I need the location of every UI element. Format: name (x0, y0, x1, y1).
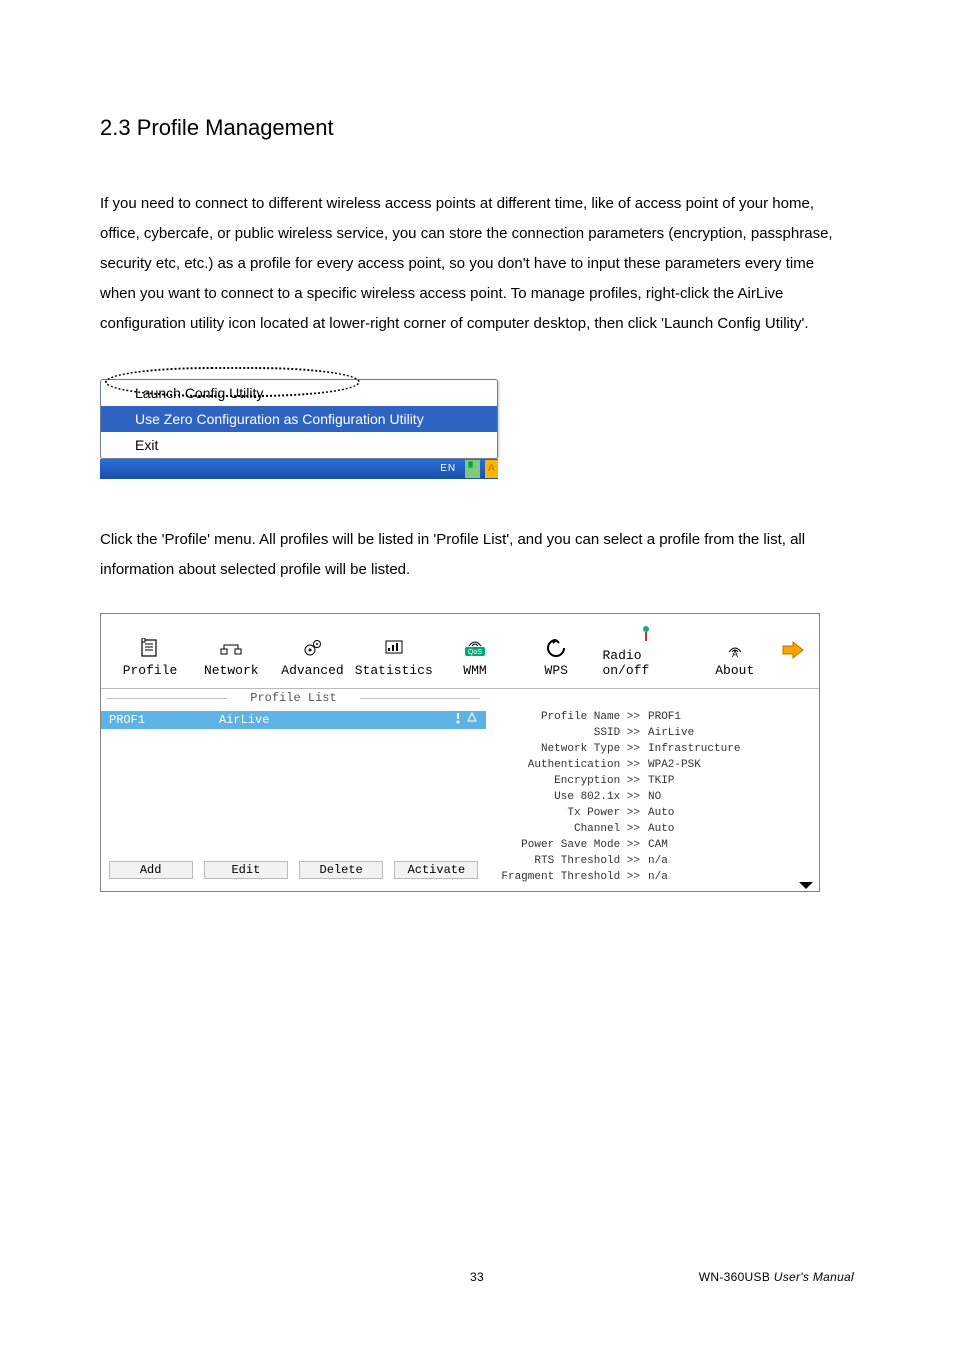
detail-8021x-value: NO (644, 789, 661, 805)
network-icon (219, 637, 243, 659)
paragraph-intro: If you need to connect to different wire… (100, 189, 854, 339)
highlight-ellipse (105, 367, 360, 397)
menu-item-exit[interactable]: Exit (101, 432, 497, 458)
detail-encryption-value: TKIP (644, 773, 674, 789)
tab-network-label: Network (204, 663, 259, 678)
add-button[interactable]: Add (109, 861, 193, 879)
gear-icon (301, 637, 325, 659)
tab-advanced[interactable]: Advanced (278, 637, 348, 678)
svg-text:A: A (732, 649, 738, 658)
statistics-icon (382, 637, 406, 659)
detail-network-type-label: Network Type >> (494, 741, 644, 757)
manual-title: WN-360USB User's Manual (699, 1270, 854, 1284)
about-icon: A (723, 637, 747, 659)
paragraph-profile-menu: Click the 'Profile' menu. All profiles w… (100, 525, 854, 585)
tab-wps[interactable]: WPS (521, 637, 591, 678)
delete-button[interactable]: Delete (299, 861, 383, 879)
profile-list-row[interactable]: PROF1 AirLive (101, 711, 486, 729)
detail-ssid-label: SSID >> (494, 725, 644, 741)
tab-radio-label: Radio on/off (603, 648, 689, 678)
section-heading: 2.3 Profile Management (100, 115, 854, 141)
qos-icon: QoS (463, 637, 487, 659)
tab-about[interactable]: A About (700, 637, 770, 678)
tab-statistics-label: Statistics (355, 663, 433, 678)
detail-profile-name-label: Profile Name >> (494, 709, 644, 725)
detail-frag-label: Fragment Threshold >> (494, 869, 644, 885)
profile-list-label: Profile List (101, 691, 486, 705)
tab-profile-label: Profile (123, 663, 178, 678)
profile-list-empty-area (101, 729, 486, 861)
language-indicator[interactable]: EN (436, 460, 460, 478)
detail-network-type-value: Infrastructure (644, 741, 740, 757)
profile-icon (138, 637, 162, 659)
detail-frag-value: n/a (644, 869, 668, 885)
detail-txpower-value: Auto (644, 805, 674, 821)
tab-about-label: About (715, 663, 754, 678)
radio-icon (634, 622, 658, 644)
expand-arrow-icon[interactable] (799, 882, 813, 889)
detail-channel-label: Channel >> (494, 821, 644, 837)
activate-button[interactable]: Activate (394, 861, 478, 879)
config-utility-window: Profile Network Advanced Statistics QoS … (100, 613, 820, 892)
tab-statistics[interactable]: Statistics (359, 637, 429, 678)
tab-profile[interactable]: Profile (115, 637, 185, 678)
detail-profile-name-value: PROF1 (644, 709, 681, 725)
ime-icon[interactable]: ▘ (465, 460, 481, 478)
wifi-tray-icon[interactable]: A (485, 460, 498, 478)
svg-text:QoS: QoS (468, 649, 482, 656)
detail-auth-label: Authentication >> (494, 757, 644, 773)
detail-psm-label: Power Save Mode >> (494, 837, 644, 853)
detail-encryption-label: Encryption >> (494, 773, 644, 789)
detail-rts-label: RTS Threshold >> (494, 853, 644, 869)
menu-item-zero-config[interactable]: Use Zero Configuration as Configuration … (101, 406, 497, 432)
tab-wps-label: WPS (545, 663, 568, 678)
tab-wmm[interactable]: QoS WMM (440, 637, 510, 678)
edit-button[interactable]: Edit (204, 861, 288, 879)
page-footer: 33 WN-360USB User's Manual (0, 1270, 954, 1284)
detail-8021x-label: Use 802.1x >> (494, 789, 644, 805)
signal-icon (452, 712, 464, 728)
toolbar: Profile Network Advanced Statistics QoS … (101, 614, 819, 682)
secure-icon (466, 712, 478, 728)
detail-psm-value: CAM (644, 837, 668, 853)
tab-advanced-label: Advanced (281, 663, 343, 678)
detail-rts-value: n/a (644, 853, 668, 869)
profile-list-panel: Profile List PROF1 AirLive Add Edit Dele… (101, 689, 486, 891)
tab-network[interactable]: Network (196, 637, 266, 678)
tab-wmm-label: WMM (463, 663, 486, 678)
detail-auth-value: WPA2-PSK (644, 757, 701, 773)
tab-radio[interactable]: Radio on/off (603, 622, 689, 678)
detail-channel-value: Auto (644, 821, 674, 837)
next-arrow-button[interactable] (781, 640, 805, 660)
taskbar: EN ▘ A (100, 459, 498, 479)
detail-ssid-value: AirLive (644, 725, 694, 741)
profile-row-name: PROF1 (109, 713, 219, 727)
detail-txpower-label: Tx Power >> (494, 805, 644, 821)
wps-icon (544, 637, 568, 659)
tray-menu-screenshot: Launch Config Utility Use Zero Configura… (100, 367, 498, 479)
profile-details-panel: Profile Name >>PROF1 SSID >>AirLive Netw… (486, 689, 819, 891)
profile-row-ssid: AirLive (219, 713, 452, 727)
